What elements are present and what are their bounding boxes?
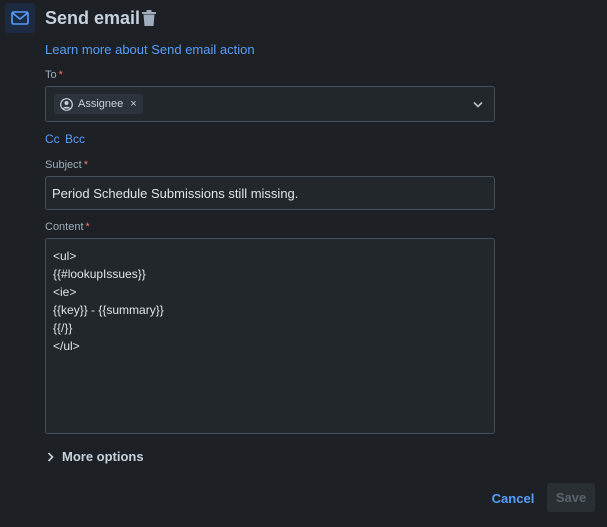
more-options-label: More options [62, 449, 144, 464]
cc-link[interactable]: Cc [45, 132, 60, 146]
content-line: {{key}} - {{summary}} [53, 303, 164, 317]
to-field[interactable]: Assignee × [45, 86, 495, 122]
user-avatar-icon [60, 97, 73, 111]
content-line: <ul> [53, 249, 77, 263]
content-line: {{/}} [53, 321, 73, 335]
chip-label: Assignee [78, 98, 124, 110]
subject-label-text: Subject [45, 159, 82, 171]
content-line: <ie> [53, 285, 77, 299]
save-button[interactable]: Save [547, 483, 595, 512]
content-line: </ul> [53, 339, 80, 353]
trash-icon[interactable] [141, 10, 157, 26]
required-mark: * [58, 69, 63, 81]
to-label: To * [45, 68, 63, 82]
chevron-right-icon [45, 451, 55, 463]
subject-input[interactable]: Period Schedule Submissions still missin… [45, 176, 495, 210]
required-mark: * [83, 159, 88, 171]
bcc-link[interactable]: Bcc [65, 132, 85, 146]
recipient-chip[interactable]: Assignee × [54, 94, 143, 114]
send-email-panel: Send email Learn more about Send email a… [0, 0, 607, 527]
content-line: {{#lookupIssues}} [53, 267, 146, 281]
required-mark: * [85, 221, 90, 233]
mail-icon [5, 3, 35, 33]
chip-remove-icon[interactable]: × [130, 98, 136, 110]
subject-label: Subject * [45, 158, 88, 172]
page-title: Send email [45, 8, 141, 28]
to-label-text: To [45, 69, 57, 81]
content-label: Content * [45, 220, 90, 234]
chevron-down-icon[interactable] [472, 98, 484, 110]
content-textarea[interactable]: <ul> {{#lookupIssues}} <ie> {{key}} - {{… [45, 238, 495, 434]
subject-value: Period Schedule Submissions still missin… [52, 186, 299, 201]
content-label-text: Content [45, 221, 84, 233]
content-text: <ul> {{#lookupIssues}} <ie> {{key}} - {{… [53, 247, 164, 355]
learn-more-link[interactable]: Learn more about Send email action [45, 42, 255, 58]
cancel-button[interactable]: Cancel [489, 484, 537, 512]
more-options-toggle[interactable]: More options [45, 449, 144, 464]
